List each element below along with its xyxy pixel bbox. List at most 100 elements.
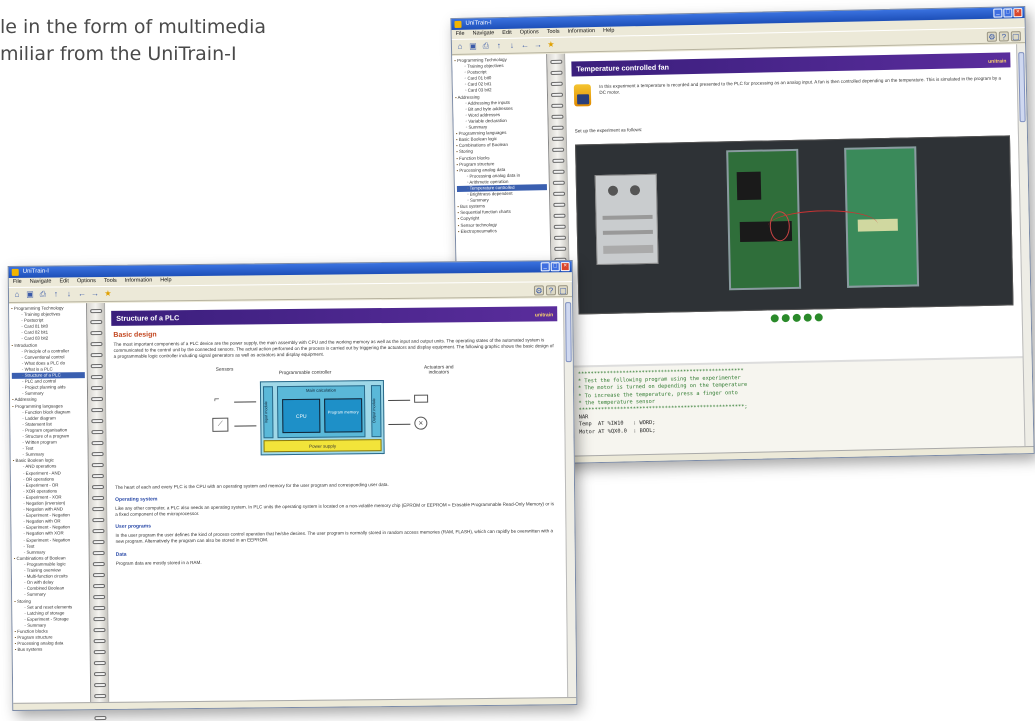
- save-icon[interactable]: ▣: [468, 41, 478, 51]
- binding-ring: [550, 59, 563, 64]
- down-arrow-icon[interactable]: ↓: [507, 41, 517, 51]
- menu-item-help[interactable]: Help: [603, 27, 614, 36]
- memory-box: Program memory: [324, 397, 363, 433]
- brand-logo: unitrain: [534, 312, 554, 319]
- settings-icon[interactable]: ⚙: [986, 31, 997, 42]
- maximize-button[interactable]: □: [550, 262, 560, 272]
- binding-ring: [94, 693, 107, 699]
- step-button-3[interactable]: [792, 314, 801, 323]
- window-icon[interactable]: ▢: [1010, 31, 1021, 42]
- binding-ring: [553, 191, 566, 196]
- binding-ring: [552, 180, 565, 185]
- minimize-button[interactable]: _: [540, 262, 550, 272]
- save-icon[interactable]: ▣: [25, 290, 35, 300]
- home-icon[interactable]: ⌂: [455, 42, 465, 52]
- tree-item[interactable]: Bus systems: [15, 646, 88, 653]
- binding-ring: [551, 103, 564, 108]
- code-listing: ****************************************…: [571, 356, 1025, 456]
- step-button-2[interactable]: [781, 314, 790, 323]
- binding-ring: [90, 374, 103, 380]
- window-icon[interactable]: ▢: [557, 285, 569, 296]
- front-content-page: Structure of a PLC unitrain Basic design…: [105, 298, 568, 702]
- front-tree-panel[interactable]: Programming TechnologyTraining objective…: [9, 303, 92, 703]
- step-button-1[interactable]: [770, 314, 779, 323]
- menu-item-navigate[interactable]: Navigate: [472, 29, 495, 38]
- binding-ring: [91, 429, 104, 435]
- back-content-page: Temperature controlled fan unitrain In t…: [565, 44, 1025, 456]
- forward-arrow-icon[interactable]: →: [533, 40, 543, 50]
- forward-arrow-icon[interactable]: →: [90, 289, 100, 299]
- binding-ring: [552, 169, 565, 174]
- binding-ring: [92, 495, 105, 501]
- caption-line-1: le in the form of multimedia: [0, 16, 267, 38]
- binding-ring: [93, 660, 106, 666]
- settings-icon[interactable]: ⚙: [533, 285, 545, 296]
- tree-item[interactable]: Electropneumatics: [458, 227, 548, 235]
- binding-ring: [92, 550, 105, 556]
- input-module: Input module: [262, 385, 274, 438]
- menu-item-navigate[interactable]: Navigate: [30, 278, 52, 287]
- cpu-box: CPU: [282, 398, 321, 433]
- front-window-title: UniTrain-I: [22, 268, 49, 275]
- close-button[interactable]: ×: [1013, 8, 1023, 18]
- binding-ring: [551, 114, 564, 119]
- binding-ring: [93, 649, 106, 655]
- back-window-title: UniTrain-I: [465, 20, 492, 27]
- binding-ring: [553, 202, 566, 207]
- bookmark-icon[interactable]: ★: [546, 40, 556, 50]
- binding-ring: [93, 605, 106, 611]
- menu-item-edit[interactable]: Edit: [502, 29, 512, 38]
- print-icon[interactable]: ⎙: [38, 290, 48, 300]
- arrow-in-1: [234, 400, 257, 403]
- page-title: Structure of a PLC: [116, 313, 180, 323]
- binding-ring: [553, 235, 567, 240]
- binding-ring: [92, 517, 105, 523]
- binding-ring: [94, 715, 107, 721]
- binding-ring: [92, 539, 105, 545]
- down-arrow-icon[interactable]: ↓: [64, 289, 74, 299]
- relay-symbol: [414, 394, 429, 403]
- main-calc-label: Main calculation: [305, 387, 337, 393]
- binding-ring: [92, 572, 105, 578]
- binding-ring: [91, 484, 105, 490]
- close-button[interactable]: ×: [560, 262, 570, 272]
- minimize-button[interactable]: _: [993, 8, 1003, 18]
- menu-item-file[interactable]: File: [456, 30, 465, 39]
- bookmark-icon[interactable]: ★: [103, 289, 113, 299]
- home-icon[interactable]: ⌂: [12, 290, 22, 300]
- menu-item-file[interactable]: File: [13, 278, 22, 287]
- up-arrow-icon[interactable]: ↑: [494, 41, 504, 51]
- back-arrow-icon[interactable]: ←: [520, 40, 530, 50]
- lamp-symbol: ×: [414, 416, 428, 430]
- step-button-5[interactable]: [814, 313, 823, 322]
- binding-ring: [90, 341, 103, 347]
- back-arrow-icon[interactable]: ←: [77, 289, 87, 299]
- binding-ring: [92, 506, 105, 512]
- menu-item-edit[interactable]: Edit: [59, 277, 69, 286]
- app-icon: [11, 268, 19, 276]
- binding-ring: [552, 158, 565, 163]
- help-icon[interactable]: ?: [545, 285, 557, 296]
- up-arrow-icon[interactable]: ↑: [51, 289, 61, 299]
- menu-item-tools[interactable]: Tools: [547, 28, 560, 37]
- binding-ring: [91, 440, 104, 446]
- menu-item-tools[interactable]: Tools: [104, 277, 117, 286]
- binding-ring: [550, 70, 563, 75]
- caption-line-2: miliar from the UniTrain-I: [0, 43, 237, 65]
- front-window: UniTrain-I _ □ × File Navigate Edit Options…: [7, 260, 578, 721]
- menu-item-help[interactable]: Help: [160, 276, 171, 285]
- print-icon[interactable]: ⎙: [481, 41, 491, 51]
- help-icon[interactable]: ?: [998, 31, 1009, 42]
- step-button-4[interactable]: [803, 313, 812, 322]
- menu-item-information[interactable]: Information: [125, 276, 153, 285]
- binding-ring: [93, 594, 106, 600]
- page-caption: le in the form of multimedia miliar from…: [0, 14, 430, 68]
- binding-ring: [93, 627, 106, 633]
- binding-ring: [90, 308, 103, 314]
- binding-ring: [553, 224, 566, 229]
- intro-paragraph: The most important components of a PLC d…: [113, 337, 554, 360]
- board-left: [594, 173, 659, 266]
- maximize-button[interactable]: □: [1003, 8, 1013, 18]
- menu-item-options[interactable]: Options: [77, 277, 96, 286]
- menu-item-options[interactable]: Options: [520, 28, 539, 37]
